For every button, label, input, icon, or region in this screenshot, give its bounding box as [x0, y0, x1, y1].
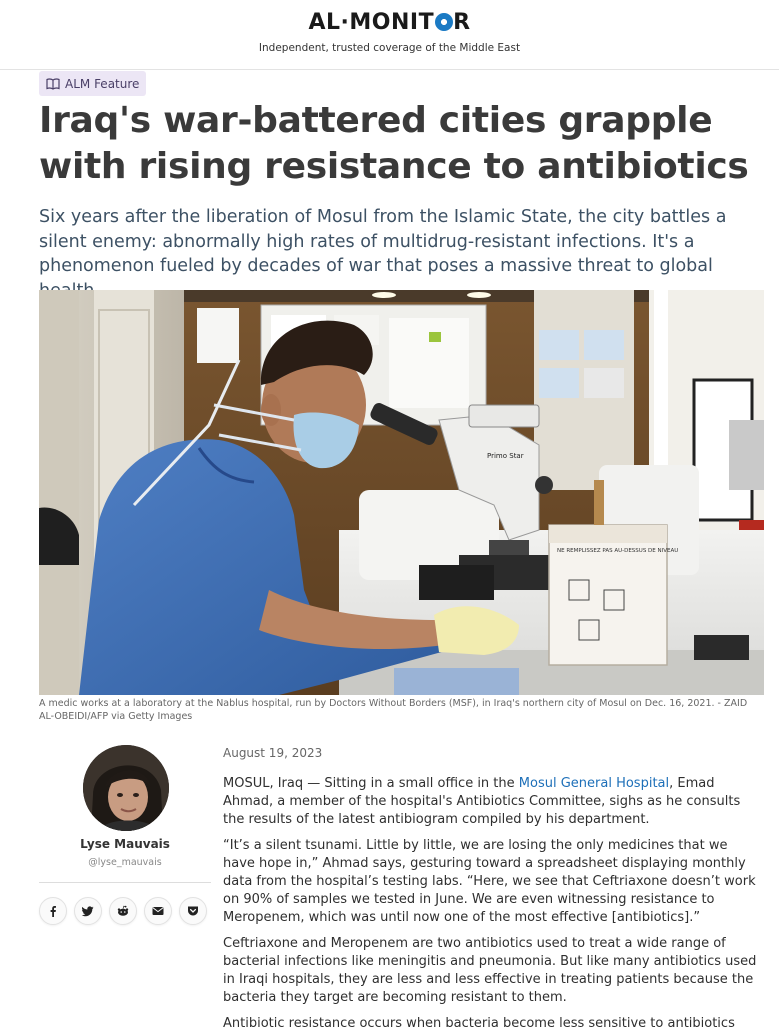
- facebook-icon: [47, 905, 59, 917]
- article-paragraph: Ceftriaxone and Meropenem are two antibi…: [223, 936, 757, 1005]
- article-body: August 19, 2023 MOSUL, Iraq — Sitting in…: [223, 746, 763, 1032]
- microscope-label: Primo Star: [487, 452, 524, 460]
- lead-photo-illustration: Primo Star NE REMPLISSEZ PAS AU-DESSUS D…: [39, 290, 764, 695]
- share-reddit-button[interactable]: [109, 897, 137, 925]
- pocket-icon: [187, 905, 199, 917]
- share-buttons: [39, 897, 207, 925]
- photo-caption: A medic works at a laboratory at the Nab…: [39, 698, 748, 722]
- email-icon: [152, 905, 164, 917]
- share-twitter-button[interactable]: [74, 897, 102, 925]
- article-paragraph: “It’s a silent tsunami. Little by little…: [223, 838, 756, 925]
- book-icon: [46, 77, 60, 90]
- author-name[interactable]: Lyse Mauvais: [39, 837, 211, 851]
- author-handle[interactable]: @lyse_mauvais: [39, 857, 211, 868]
- site-header: AL·MONIT R Independent, trusted coverage …: [0, 0, 779, 70]
- feature-badge-label: ALM Feature: [65, 76, 140, 91]
- article-paragraph: Antibiotic resistance occurs when bacter…: [223, 1016, 735, 1031]
- share-email-button[interactable]: [144, 897, 172, 925]
- share-facebook-button[interactable]: [39, 897, 67, 925]
- logo-text-right: R: [453, 10, 471, 35]
- globe-icon: [435, 13, 454, 31]
- box-warning-label: NE REMPLISSEZ PAS AU-DESSUS DE NIVEAU: [557, 548, 678, 554]
- author-avatar[interactable]: [83, 745, 169, 831]
- share-pocket-button[interactable]: [179, 897, 207, 925]
- paragraph-text: MOSUL, Iraq — Sitting in a small office …: [223, 776, 519, 791]
- lead-photo: Primo Star NE REMPLISSEZ PAS AU-DESSUS D…: [39, 290, 764, 695]
- twitter-icon: [82, 905, 94, 917]
- site-logo[interactable]: AL·MONIT R: [0, 10, 779, 35]
- site-tagline: Independent, trusted coverage of the Mid…: [258, 42, 521, 54]
- mosul-general-hospital-link[interactable]: Mosul General Hospital: [519, 776, 669, 791]
- logo-text-left: AL·MONIT: [308, 10, 435, 35]
- article-headline: Iraq's war-battered cities grapple with …: [39, 100, 749, 187]
- article-subheadline: Six years after the liberation of Mosul …: [39, 207, 727, 301]
- feature-badge[interactable]: ALM Feature: [39, 71, 147, 96]
- reddit-icon: [117, 905, 129, 917]
- publish-date: August 19, 2023: [223, 746, 323, 760]
- divider: [39, 882, 211, 883]
- article-paragraph: MOSUL, Iraq — Sitting in a small office …: [223, 775, 763, 829]
